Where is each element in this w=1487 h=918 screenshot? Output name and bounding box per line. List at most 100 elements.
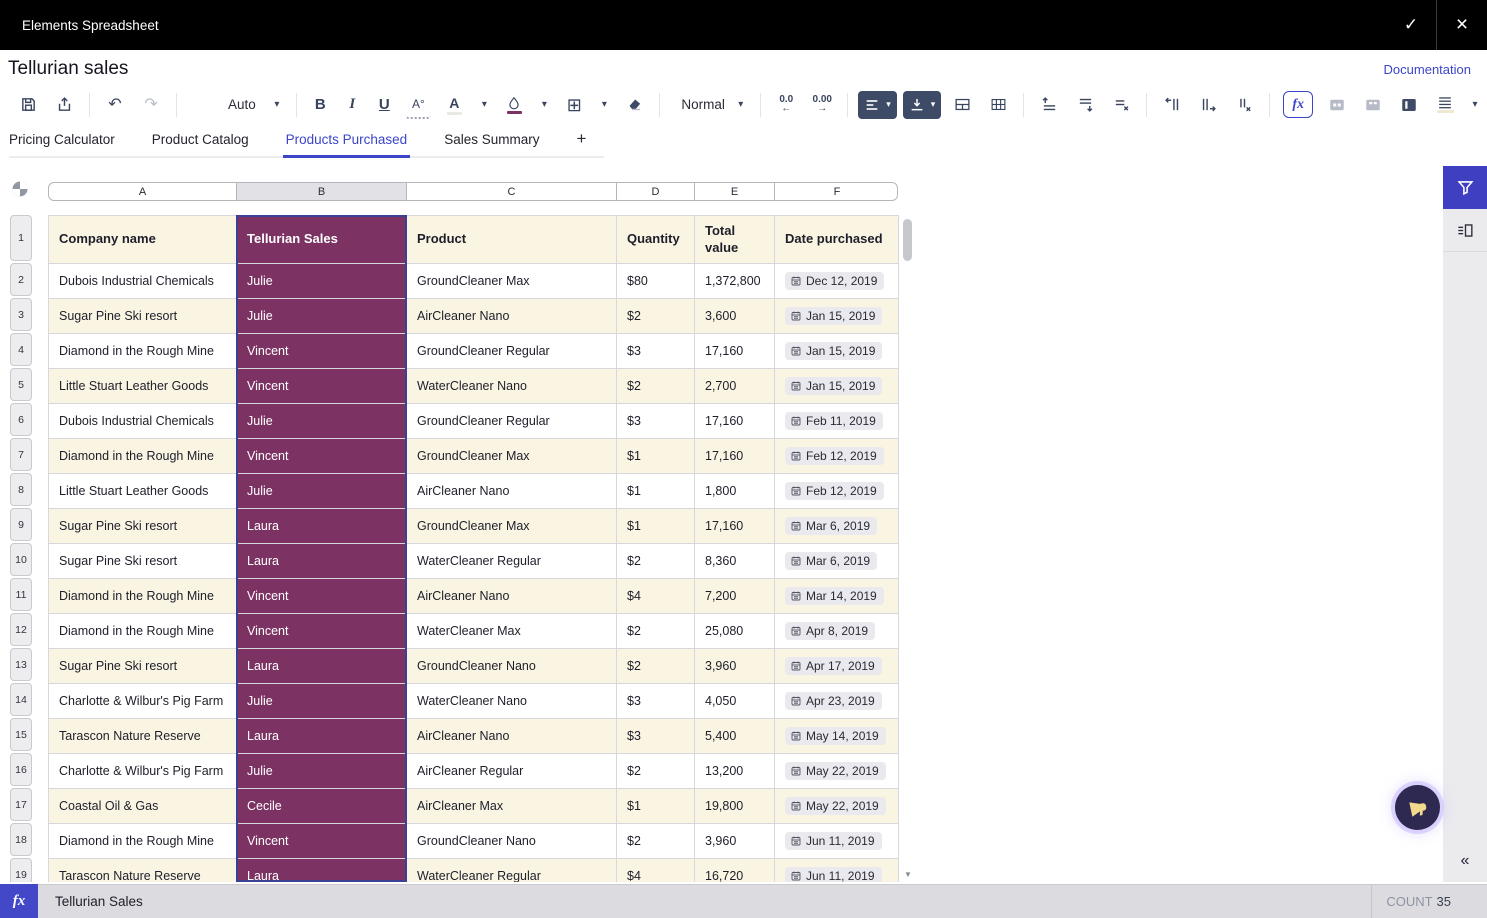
cell-seller[interactable]: Julie (237, 754, 407, 789)
date-pill[interactable]: Apr 23, 2019 (785, 692, 882, 710)
cell-product[interactable]: AirCleaner Nano (407, 579, 617, 614)
cell-company[interactable]: Charlotte & Wilbur's Pig Farm (49, 754, 237, 789)
cell-company[interactable]: Diamond in the Rough Mine (49, 579, 237, 614)
cell-company[interactable]: Sugar Pine Ski resort (49, 649, 237, 684)
cell-date[interactable]: Jan 15, 2019 (775, 334, 899, 369)
cell-seller[interactable]: Laura (237, 509, 407, 544)
date-pill[interactable]: Apr 8, 2019 (785, 622, 875, 640)
freeze-columns-button[interactable] (1360, 91, 1386, 119)
cell-date[interactable]: Feb 12, 2019 (775, 474, 899, 509)
cell-company[interactable]: Dubois Industrial Chemicals (49, 264, 237, 299)
row-number[interactable]: 8 (10, 473, 32, 506)
date-pill[interactable]: Jun 11, 2019 (785, 832, 882, 850)
cell-company[interactable]: Sugar Pine Ski resort (49, 299, 237, 334)
tab-sales-summary[interactable]: Sales Summary (444, 126, 539, 156)
header-cell-date[interactable]: Date purchased (775, 216, 899, 264)
header-cell-total[interactable]: Total value (695, 216, 775, 264)
superscript-button[interactable]: A° (405, 91, 431, 119)
cell-company[interactable]: Diamond in the Rough Mine (49, 824, 237, 859)
row-number[interactable]: 2 (10, 263, 32, 296)
undo-button[interactable]: ↶ (102, 91, 128, 119)
row-height-button[interactable] (1432, 91, 1458, 119)
collapse-panel-button[interactable]: « (1443, 852, 1487, 870)
table-row[interactable]: Charlotte & Wilbur's Pig Farm Julie Wate… (49, 684, 899, 719)
cell-total[interactable]: 17,160 (695, 509, 775, 544)
row-number[interactable]: 4 (10, 333, 32, 366)
cell-seller[interactable]: Julie (237, 299, 407, 334)
cell-total[interactable]: 1,800 (695, 474, 775, 509)
cell-quantity[interactable]: $1 (617, 439, 695, 474)
cell-date[interactable]: Feb 12, 2019 (775, 439, 899, 474)
cell-product[interactable]: WaterCleaner Nano (407, 684, 617, 719)
fill-color-caret[interactable]: ▾ (537, 91, 551, 119)
tab-pricing-calculator[interactable]: Pricing Calculator (9, 126, 115, 156)
font-size-dropdown[interactable]: Auto ▾ (184, 91, 289, 119)
row-number[interactable]: 10 (10, 543, 32, 576)
cell-total[interactable]: 13,200 (695, 754, 775, 789)
documentation-link[interactable]: Documentation (1384, 62, 1471, 77)
freeze-rows-button[interactable] (1324, 91, 1350, 119)
delete-column-button[interactable] (1231, 91, 1257, 119)
vertical-align-button[interactable]: ▾ (903, 91, 942, 119)
column-header-f[interactable]: F (775, 183, 898, 200)
cell-total[interactable]: 5,400 (695, 719, 775, 754)
cell-seller[interactable]: Laura (237, 649, 407, 684)
announcements-button[interactable] (1395, 785, 1440, 830)
cell-seller[interactable]: Vincent (237, 614, 407, 649)
cell-total[interactable]: 1,372,800 (695, 264, 775, 299)
column-header-e[interactable]: E (695, 183, 775, 200)
date-pill[interactable]: Dec 12, 2019 (785, 272, 884, 290)
cell-quantity[interactable]: $4 (617, 579, 695, 614)
cell-product[interactable]: WaterCleaner Regular (407, 859, 617, 882)
formula-button[interactable]: fx (1283, 91, 1313, 118)
cell-quantity[interactable]: $4 (617, 859, 695, 882)
date-pill[interactable]: Mar 6, 2019 (785, 517, 877, 535)
cell-quantity[interactable]: $80 (617, 264, 695, 299)
cell-quantity[interactable]: $2 (617, 754, 695, 789)
cell-company[interactable]: Diamond in the Rough Mine (49, 334, 237, 369)
table-row[interactable]: Diamond in the Rough Mine Vincent AirCle… (49, 579, 899, 614)
export-button[interactable] (51, 91, 77, 119)
cell-quantity[interactable]: $2 (617, 369, 695, 404)
delete-row-button[interactable] (1108, 91, 1134, 119)
scroll-down-icon[interactable]: ▼ (901, 870, 915, 879)
cell-company[interactable]: Diamond in the Rough Mine (49, 439, 237, 474)
date-pill[interactable]: Feb 11, 2019 (785, 412, 883, 430)
cell-quantity[interactable]: $1 (617, 509, 695, 544)
cell-total[interactable]: 8,360 (695, 544, 775, 579)
bold-button[interactable]: B (307, 91, 333, 119)
table-row[interactable]: Charlotte & Wilbur's Pig Farm Julie AirC… (49, 754, 899, 789)
cell-seller[interactable]: Julie (237, 474, 407, 509)
cell-product[interactable]: AirCleaner Nano (407, 299, 617, 334)
freeze-header-button[interactable] (1396, 91, 1422, 119)
date-pill[interactable]: Mar 6, 2019 (785, 552, 877, 570)
date-pill[interactable]: Jan 15, 2019 (785, 342, 882, 360)
tab-products-purchased[interactable]: Products Purchased (286, 126, 408, 156)
table-row[interactable]: Little Stuart Leather Goods Vincent Wate… (49, 369, 899, 404)
insert-row-above-button[interactable] (1036, 91, 1062, 119)
table-row[interactable]: Dubois Industrial Chemicals Julie Ground… (49, 404, 899, 439)
row-number[interactable]: 18 (10, 823, 32, 856)
cell-date[interactable]: Apr 8, 2019 (775, 614, 899, 649)
date-pill[interactable]: Jan 15, 2019 (785, 377, 882, 395)
cell-seller[interactable]: Vincent (237, 579, 407, 614)
cell-company[interactable]: Diamond in the Rough Mine (49, 614, 237, 649)
table-row[interactable]: Diamond in the Rough Mine Vincent Ground… (49, 824, 899, 859)
date-pill[interactable]: Feb 12, 2019 (785, 482, 884, 500)
cell-company[interactable]: Little Stuart Leather Goods (49, 474, 237, 509)
side-panel-button[interactable] (1443, 209, 1487, 252)
cell-company[interactable]: Little Stuart Leather Goods (49, 369, 237, 404)
cell-product[interactable]: AirCleaner Regular (407, 754, 617, 789)
borders-caret[interactable]: ▾ (597, 91, 611, 119)
count-display[interactable]: COUNT35 (1372, 894, 1487, 909)
cell-seller[interactable]: Julie (237, 684, 407, 719)
date-pill[interactable]: Jan 15, 2019 (785, 307, 882, 325)
cell-product[interactable]: GroundCleaner Regular (407, 334, 617, 369)
row-number[interactable]: 17 (10, 788, 32, 821)
row-number[interactable]: 15 (10, 718, 32, 751)
horizontal-align-button[interactable]: ▾ (858, 91, 897, 119)
fill-color-button[interactable] (501, 91, 527, 119)
cell-seller[interactable]: Julie (237, 404, 407, 439)
row-number[interactable]: 7 (10, 438, 32, 471)
table-row[interactable]: Sugar Pine Ski resort Julie AirCleaner N… (49, 299, 899, 334)
